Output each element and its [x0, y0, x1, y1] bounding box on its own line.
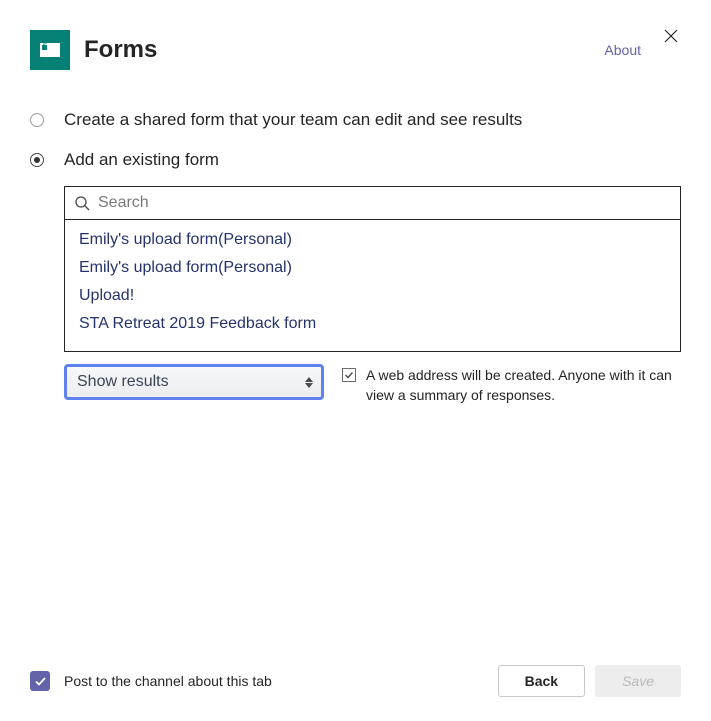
form-list-item[interactable]: Emily's upload form(Personal): [65, 254, 680, 282]
check-icon: [34, 675, 47, 688]
radio-add-existing-form[interactable]: Add an existing form: [30, 150, 681, 170]
options-row: Show results A web address will be creat…: [64, 364, 681, 405]
check-icon: [344, 370, 354, 380]
save-button[interactable]: Save: [595, 665, 681, 697]
forms-app-icon: [30, 30, 70, 70]
dialog-title: Forms: [84, 36, 604, 64]
close-icon: [664, 29, 678, 43]
search-box[interactable]: [64, 186, 681, 220]
select-value: Show results: [77, 373, 169, 391]
radio-icon: [30, 153, 44, 167]
radio-label: Add an existing form: [64, 150, 219, 170]
web-address-description: A web address will be created. Anyone wi…: [366, 366, 681, 405]
dialog-header: Forms About: [30, 30, 681, 70]
back-button[interactable]: Back: [498, 665, 585, 697]
search-input[interactable]: [98, 194, 670, 212]
radio-label: Create a shared form that your team can …: [64, 110, 522, 130]
post-to-channel-label: Post to the channel about this tab: [64, 673, 488, 689]
form-list-item[interactable]: Upload!: [65, 282, 680, 310]
select-arrows-icon: [305, 377, 313, 388]
form-list-item[interactable]: STA Retreat 2019 Feedback form: [65, 310, 680, 338]
radio-icon: [30, 113, 44, 127]
web-address-option: A web address will be created. Anyone wi…: [342, 366, 681, 405]
close-button[interactable]: [661, 26, 681, 46]
existing-form-section: Emily's upload form(Personal) Emily's up…: [64, 186, 681, 405]
display-mode-select[interactable]: Show results: [64, 364, 324, 400]
about-link[interactable]: About: [604, 42, 641, 58]
search-icon: [75, 196, 90, 211]
dialog-footer: Post to the channel about this tab Back …: [30, 645, 681, 697]
post-to-channel-checkbox[interactable]: [30, 671, 50, 691]
web-address-checkbox[interactable]: [342, 368, 356, 382]
forms-tab-dialog: Forms About Create a shared form that yo…: [0, 0, 711, 721]
form-list-item[interactable]: Emily's upload form(Personal): [65, 226, 680, 254]
form-results-list[interactable]: Emily's upload form(Personal) Emily's up…: [64, 220, 681, 352]
radio-create-shared-form[interactable]: Create a shared form that your team can …: [30, 110, 681, 130]
